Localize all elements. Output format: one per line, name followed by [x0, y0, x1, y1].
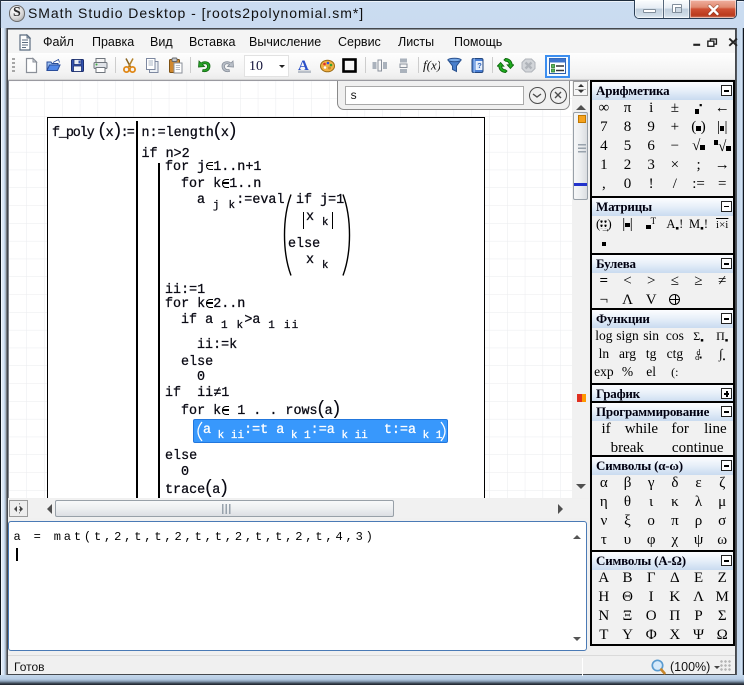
svg-text:?: ?: [477, 61, 482, 70]
svg-text:f(x): f(x): [423, 58, 440, 73]
